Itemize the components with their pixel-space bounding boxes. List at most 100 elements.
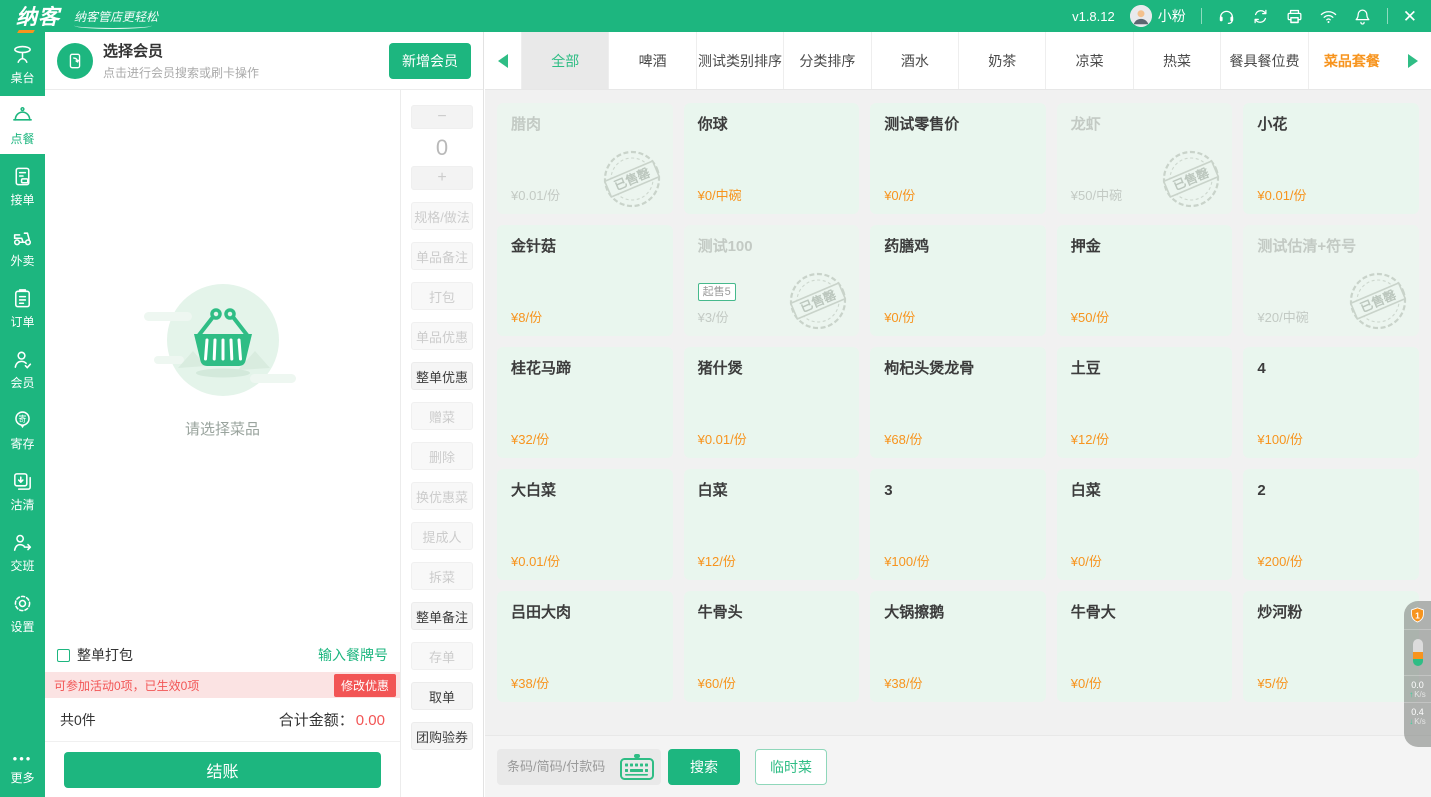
down-arrow-icon: ↓ <box>1409 717 1414 726</box>
wifi-icon[interactable] <box>1319 7 1338 26</box>
keyboard-icon[interactable] <box>619 753 655 781</box>
temporary-dish-button[interactable]: 临时菜 <box>755 748 827 785</box>
category-tab-cold-dishes[interactable]: 凉菜 <box>1045 32 1132 89</box>
action-button-pack: 打包 <box>411 282 473 310</box>
menu-item[interactable]: 押金 ¥50/份 <box>1056 225 1233 336</box>
search-button[interactable]: 搜索 <box>668 748 740 785</box>
menu-item[interactable]: 3 ¥100/份 <box>870 469 1046 580</box>
checkout-button[interactable]: 结账 <box>64 752 381 788</box>
menu-item[interactable]: 4 ¥100/份 <box>1243 347 1419 458</box>
menu-item[interactable]: 白菜 ¥0/份 <box>1056 469 1233 580</box>
menu-item-price: ¥5/份 <box>1257 676 1289 691</box>
sidebar-item-more[interactable]: ••• 更多 <box>0 744 45 793</box>
tabs-scroll-left-button[interactable] <box>485 32 521 89</box>
add-member-button[interactable]: 新增会员 <box>389 42 471 79</box>
app-logo: 纳客 <box>16 1 60 31</box>
modify-discount-button[interactable]: 修改优惠 <box>333 673 396 697</box>
shield-badge-count: 1 <box>1415 610 1420 620</box>
action-button-retrieve-order[interactable]: 取单 <box>411 682 473 710</box>
sidebar-item-label: 寄存 <box>10 437 35 451</box>
notification-bell-icon[interactable] <box>1353 7 1372 26</box>
action-button-order-note[interactable]: 整单备注 <box>411 602 473 630</box>
menu-item[interactable]: 药膳鸡 ¥0/份 <box>870 225 1046 336</box>
sidebar-item-order[interactable]: 点餐 <box>0 96 45 154</box>
menu-item[interactable]: 炒河粉 ¥5/份 <box>1243 591 1419 702</box>
menu-item[interactable]: 土豆 ¥12/份 <box>1056 347 1233 458</box>
category-tab-drinks[interactable]: 酒水 <box>870 32 958 89</box>
menu-item: 测试100 起售5 ¥3/份 已售罄 <box>683 225 860 336</box>
user-menu[interactable]: 小粉 <box>1129 5 1186 27</box>
category-tab-beer[interactable]: 啤酒 <box>608 32 695 89</box>
sidebar-item-sellout[interactable]: 沽清 <box>0 462 45 520</box>
sidebar-item-settings[interactable]: 设置 <box>0 584 45 642</box>
member-icon <box>11 348 34 371</box>
category-tab-hot-dishes[interactable]: 热菜 <box>1132 32 1220 89</box>
menu-item[interactable]: 桂花马蹄 ¥32/份 <box>497 347 673 458</box>
menu-item[interactable]: 金针菇 ¥8/份 <box>497 225 673 336</box>
category-tab-test-cat-sort[interactable]: 测试类别排序 <box>695 32 783 89</box>
barcode-search-input[interactable] <box>507 759 619 774</box>
sidebar-item-accept[interactable]: 接单 <box>0 157 45 215</box>
table-icon <box>11 43 34 66</box>
category-tab-set-meals[interactable]: 菜品套餐 <box>1307 32 1395 89</box>
sidebar-item-shift[interactable]: 交班 <box>0 523 45 581</box>
menu-item[interactable]: 牛骨大 ¥0/份 <box>1056 591 1233 702</box>
net-speed-widget[interactable]: 1 0.0 ↑ K/s 0.4 ↓ K/s <box>1404 601 1431 747</box>
menu-item-name: 4 <box>1257 360 1266 377</box>
member-select-area[interactable]: 选择会员 点击进行会员搜索或刷卡操作 <box>103 40 259 81</box>
action-button-item-note: 单品备注 <box>411 242 473 270</box>
menu-item-name: 土豆 <box>1070 360 1101 377</box>
total-label: 合计金额： <box>278 712 354 729</box>
soldout-pages-icon <box>11 470 34 493</box>
enter-table-number-link[interactable]: 输入餐牌号 <box>318 645 388 665</box>
menu-item[interactable]: 枸杞头煲龙骨 ¥68/份 <box>870 347 1046 458</box>
scooter-icon <box>11 226 34 249</box>
menu-item-price: ¥200/份 <box>1257 554 1303 569</box>
quantity-plus-button[interactable]: + <box>411 166 473 190</box>
tabs-scroll-right-button[interactable] <box>1395 32 1431 89</box>
category-tab-all[interactable]: 全部 <box>521 32 609 89</box>
whole-order-pack-checkbox[interactable] <box>57 648 70 662</box>
sidebar-item-tables[interactable]: 桌台 <box>0 35 45 93</box>
menu-item[interactable]: 你球 ¥0/中碗 <box>683 103 860 214</box>
sync-icon[interactable] <box>1251 7 1270 26</box>
menu-item[interactable]: 大锅擦鹅 ¥38/份 <box>870 591 1046 702</box>
action-button-order-discount[interactable]: 整单优惠 <box>411 362 473 390</box>
sidebar-item-orders[interactable]: 订单 <box>0 279 45 337</box>
quantity-minus-button[interactable]: − <box>411 105 473 129</box>
sidebar-item-deposit[interactable]: 寄寄存 <box>0 401 45 459</box>
category-tab-cat-sort[interactable]: 分类排序 <box>783 32 870 89</box>
category-tab-milk-tea[interactable]: 奶茶 <box>958 32 1045 89</box>
sidebar-item-members[interactable]: 会员 <box>0 340 45 398</box>
menu-item[interactable]: 牛骨头 ¥60/份 <box>683 591 860 702</box>
menu-item-name: 猪什煲 <box>697 360 743 377</box>
sidebar-item-takeout[interactable]: 外卖 <box>0 218 45 276</box>
upload-speed-unit: K/s <box>1414 690 1426 699</box>
menu-item[interactable]: 吕田大肉 ¥38/份 <box>497 591 673 702</box>
category-tabbar: 全部 啤酒 测试类别排序 分类排序 酒水 奶茶 凉菜 热菜 餐具餐位费 菜品套餐 <box>485 32 1431 90</box>
action-button-groupon-verify[interactable]: 团购验券 <box>411 722 473 750</box>
menu-item-price: ¥12/份 <box>1070 432 1110 447</box>
menu-item[interactable]: 2 ¥200/份 <box>1243 469 1419 580</box>
menu-item[interactable]: 大白菜 ¥0.01/份 <box>497 469 673 580</box>
close-icon[interactable]: ✕ <box>1403 8 1417 25</box>
action-buttons: 规格/做法 单品备注 打包 单品优惠 整单优惠 赠菜 删除 换优惠菜 提成人 拆菜 整单备注 存单 取单… <box>411 190 473 750</box>
avatar <box>1129 5 1152 27</box>
member-card-icon[interactable] <box>57 42 93 79</box>
menu-item-name: 牛骨大 <box>1070 604 1116 621</box>
menu-item-price: ¥50/中碗 <box>1070 188 1123 203</box>
menu-item-price: ¥0/份 <box>884 310 916 325</box>
menu-item[interactable]: 白菜 ¥12/份 <box>683 469 860 580</box>
more-dots-icon: ••• <box>12 751 33 766</box>
category-tab-tableware-fee[interactable]: 餐具餐位费 <box>1220 32 1307 89</box>
whole-order-pack-label: 整单打包 <box>77 647 133 663</box>
menu-item[interactable]: 测试零售价 ¥0/份 <box>870 103 1046 214</box>
menu-item[interactable]: 猪什煲 ¥0.01/份 <box>683 347 860 458</box>
svg-text:寄: 寄 <box>18 413 26 423</box>
support-headset-icon[interactable] <box>1217 7 1236 26</box>
printer-icon[interactable] <box>1285 7 1304 26</box>
menu-item-name: 大白菜 <box>511 482 557 499</box>
quantity-value: 0 <box>435 134 449 160</box>
menu-item[interactable]: 小花 ¥0.01/份 <box>1243 103 1419 214</box>
menu-item-name: 枸杞头煲龙骨 <box>884 360 975 377</box>
